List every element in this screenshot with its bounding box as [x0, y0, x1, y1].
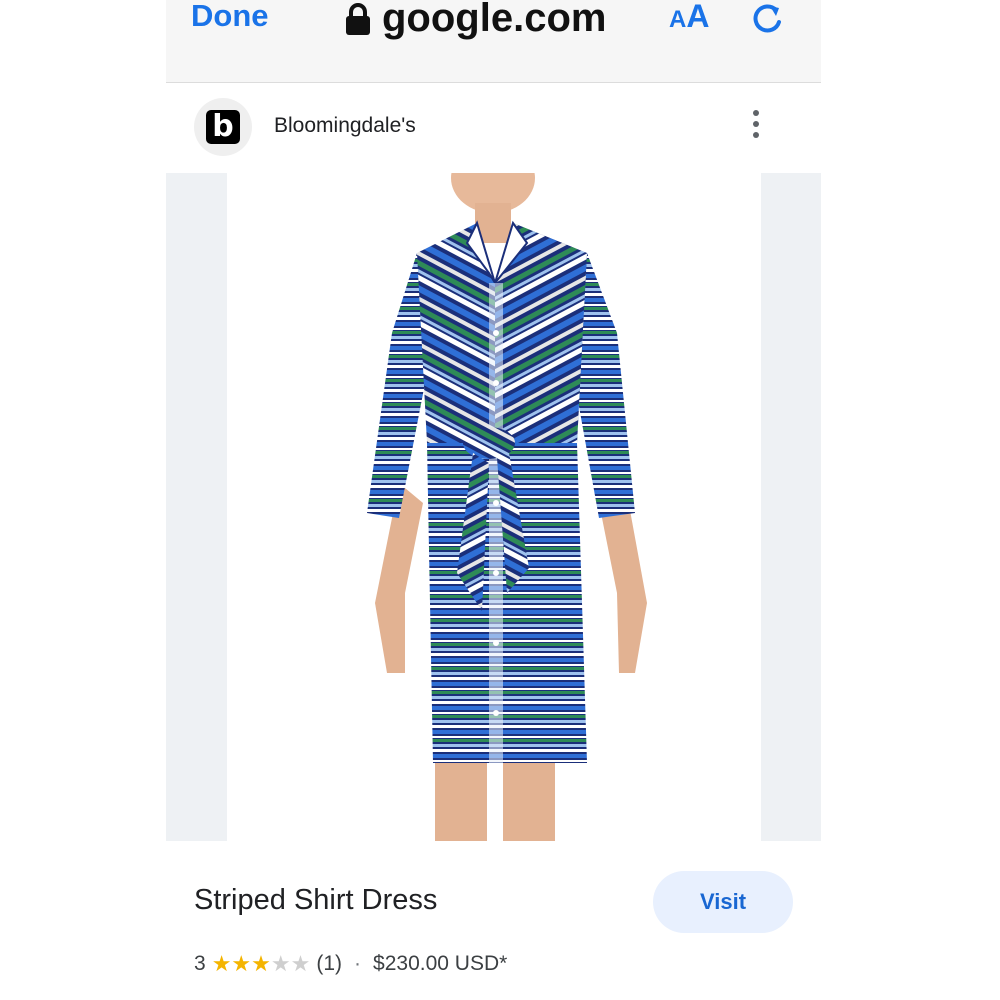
dress-illustration	[367, 173, 647, 841]
product-image-area	[166, 173, 821, 841]
star-empty-icon: ★	[270, 951, 291, 976]
store-name[interactable]: Bloomingdale's	[274, 114, 416, 138]
product-price: $230.00 USD*	[373, 952, 508, 975]
browser-toolbar: Done google.com AA	[166, 0, 821, 83]
phone-screen: Done google.com AA b Bloomingdale's Stri…	[166, 0, 821, 1000]
url-text: google.com	[382, 0, 607, 40]
product-title[interactable]: Striped Shirt Dress	[194, 884, 437, 917]
visit-button[interactable]: Visit	[653, 871, 793, 933]
done-button[interactable]: Done	[191, 0, 269, 34]
product-image[interactable]	[227, 173, 761, 841]
address-bar[interactable]: google.com	[344, 0, 606, 41]
star-icon: ★	[231, 951, 252, 976]
rating-stars: ★ ★ ★ ★ ★	[212, 953, 311, 975]
star-empty-icon: ★	[290, 951, 311, 976]
review-count: (1)	[316, 952, 343, 975]
product-meta: 3 ★ ★ ★ ★ ★ (1) · $230.00 USD*	[194, 952, 507, 976]
more-options-icon[interactable]	[746, 110, 766, 144]
source-row: b Bloomingdale's	[166, 96, 821, 158]
reload-icon[interactable]	[748, 0, 786, 38]
meta-separator: ·	[354, 952, 362, 975]
lock-icon	[346, 2, 370, 35]
rating-value: 3	[194, 952, 206, 975]
text-size-button[interactable]: AA	[669, 0, 709, 35]
star-icon: ★	[211, 951, 232, 976]
star-icon: ★	[251, 951, 271, 976]
bloomingdales-logo-icon: b	[206, 110, 240, 144]
store-avatar[interactable]: b	[194, 98, 252, 156]
